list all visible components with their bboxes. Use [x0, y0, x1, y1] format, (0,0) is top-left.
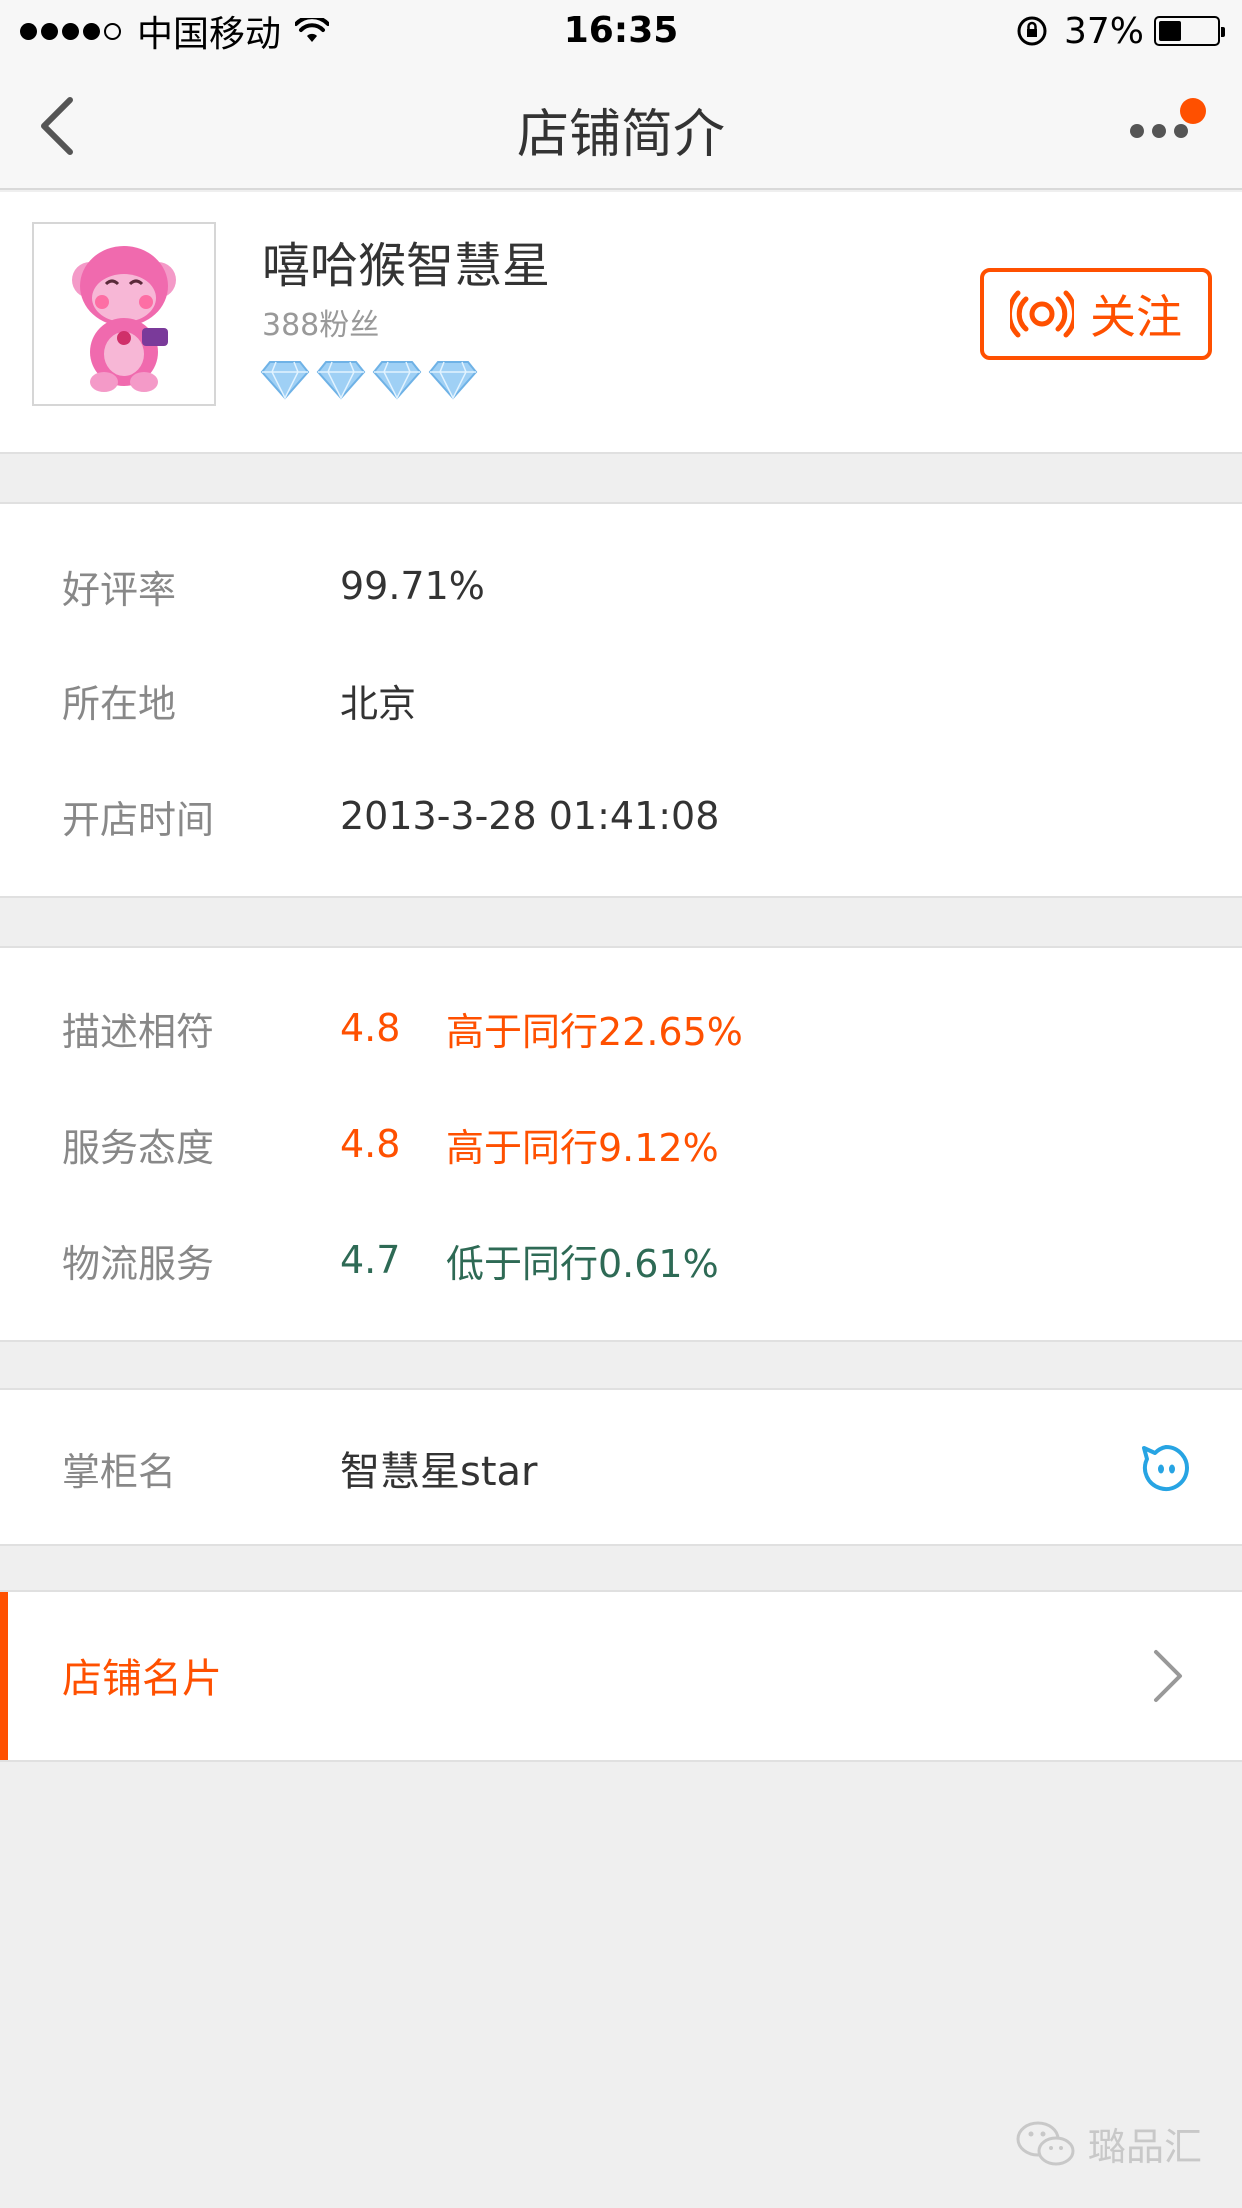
shop-card-label: 店铺名片 — [62, 1656, 222, 1702]
rating-score: 4.7 — [340, 1238, 401, 1282]
shop-owner-section: 掌柜名 智慧星star — [0, 1388, 1242, 1546]
more-button[interactable] — [1116, 98, 1206, 154]
shop-name: 嘻哈猴智慧星 — [262, 238, 551, 294]
notification-badge — [1180, 98, 1206, 124]
rotation-lock-icon — [1017, 16, 1047, 46]
rating-label: 描述相符 — [62, 1009, 215, 1054]
chat-button[interactable] — [1140, 1442, 1192, 1498]
watermark-text: 璐品汇 — [1087, 2125, 1202, 2169]
info-row-rating: 好评率 99.71% — [0, 556, 1242, 616]
rating-score: 4.8 — [340, 1006, 401, 1050]
navigation-bar: 店铺简介 — [0, 62, 1242, 190]
rating-label: 服务态度 — [62, 1125, 215, 1170]
watermark: 璐品汇 — [1014, 2116, 1202, 2171]
shop-avatar[interactable] — [32, 222, 216, 406]
accent-bar — [0, 1592, 8, 1760]
more-dots-icon — [1130, 124, 1144, 138]
chevron-right-icon — [1154, 1650, 1182, 1702]
rating-row-service: 服务态度 4.8 高于同行9.12% — [0, 1114, 1242, 1174]
diamond-icon — [372, 361, 422, 400]
info-label: 开店时间 — [62, 797, 215, 842]
diamond-icon — [428, 361, 478, 400]
owner-row: 掌柜名 智慧星star — [0, 1438, 1242, 1498]
status-bar: 中国移动 16:35 37% — [0, 0, 1242, 62]
follow-label: 关注 — [1090, 290, 1182, 344]
broadcast-icon — [1010, 290, 1074, 338]
battery-percentage: 37% — [1063, 10, 1144, 52]
fans-count: 388粉丝 — [262, 308, 380, 343]
shop-rank-diamonds — [260, 360, 484, 400]
rating-compare: 高于同行9.12% — [446, 1125, 719, 1170]
shop-header: 嘻哈猴智慧星 388粉丝 关注 — [0, 192, 1242, 454]
info-value: 2013-3-28 01:41:08 — [340, 794, 720, 838]
wechat-icon — [1016, 2121, 1075, 2165]
rating-row-logistics: 物流服务 4.7 低于同行0.61% — [0, 1230, 1242, 1290]
rating-score: 4.8 — [340, 1122, 401, 1166]
owner-name: 智慧星star — [340, 1449, 538, 1495]
follow-button[interactable]: 关注 — [980, 268, 1212, 360]
wangwang-chat-icon — [1142, 1445, 1189, 1491]
rating-compare: 低于同行0.61% — [446, 1241, 719, 1286]
rating-compare: 高于同行22.65% — [446, 1009, 743, 1054]
diamond-icon — [260, 361, 310, 400]
info-value: 北京 — [340, 681, 417, 726]
monkey-toy-image — [72, 246, 176, 392]
info-label: 好评率 — [62, 567, 177, 612]
owner-label: 掌柜名 — [62, 1449, 177, 1494]
info-row-location: 所在地 北京 — [0, 670, 1242, 730]
shop-ratings-section: 描述相符 4.8 高于同行22.65% 服务态度 4.8 高于同行9.12% 物… — [0, 946, 1242, 1342]
diamond-icon — [316, 361, 366, 400]
shop-info-section: 好评率 99.71% 所在地 北京 开店时间 2013-3-28 01:41:0… — [0, 502, 1242, 898]
rating-label: 物流服务 — [62, 1241, 215, 1286]
info-value: 99.71% — [340, 564, 485, 608]
rating-row-description: 描述相符 4.8 高于同行22.65% — [0, 998, 1242, 1058]
info-label: 所在地 — [62, 681, 177, 726]
shop-card-row[interactable]: 店铺名片 — [0, 1590, 1242, 1762]
battery-icon — [1154, 16, 1225, 46]
page-title: 店铺简介 — [516, 105, 725, 165]
info-row-open-time: 开店时间 2013-3-28 01:41:08 — [0, 786, 1242, 846]
